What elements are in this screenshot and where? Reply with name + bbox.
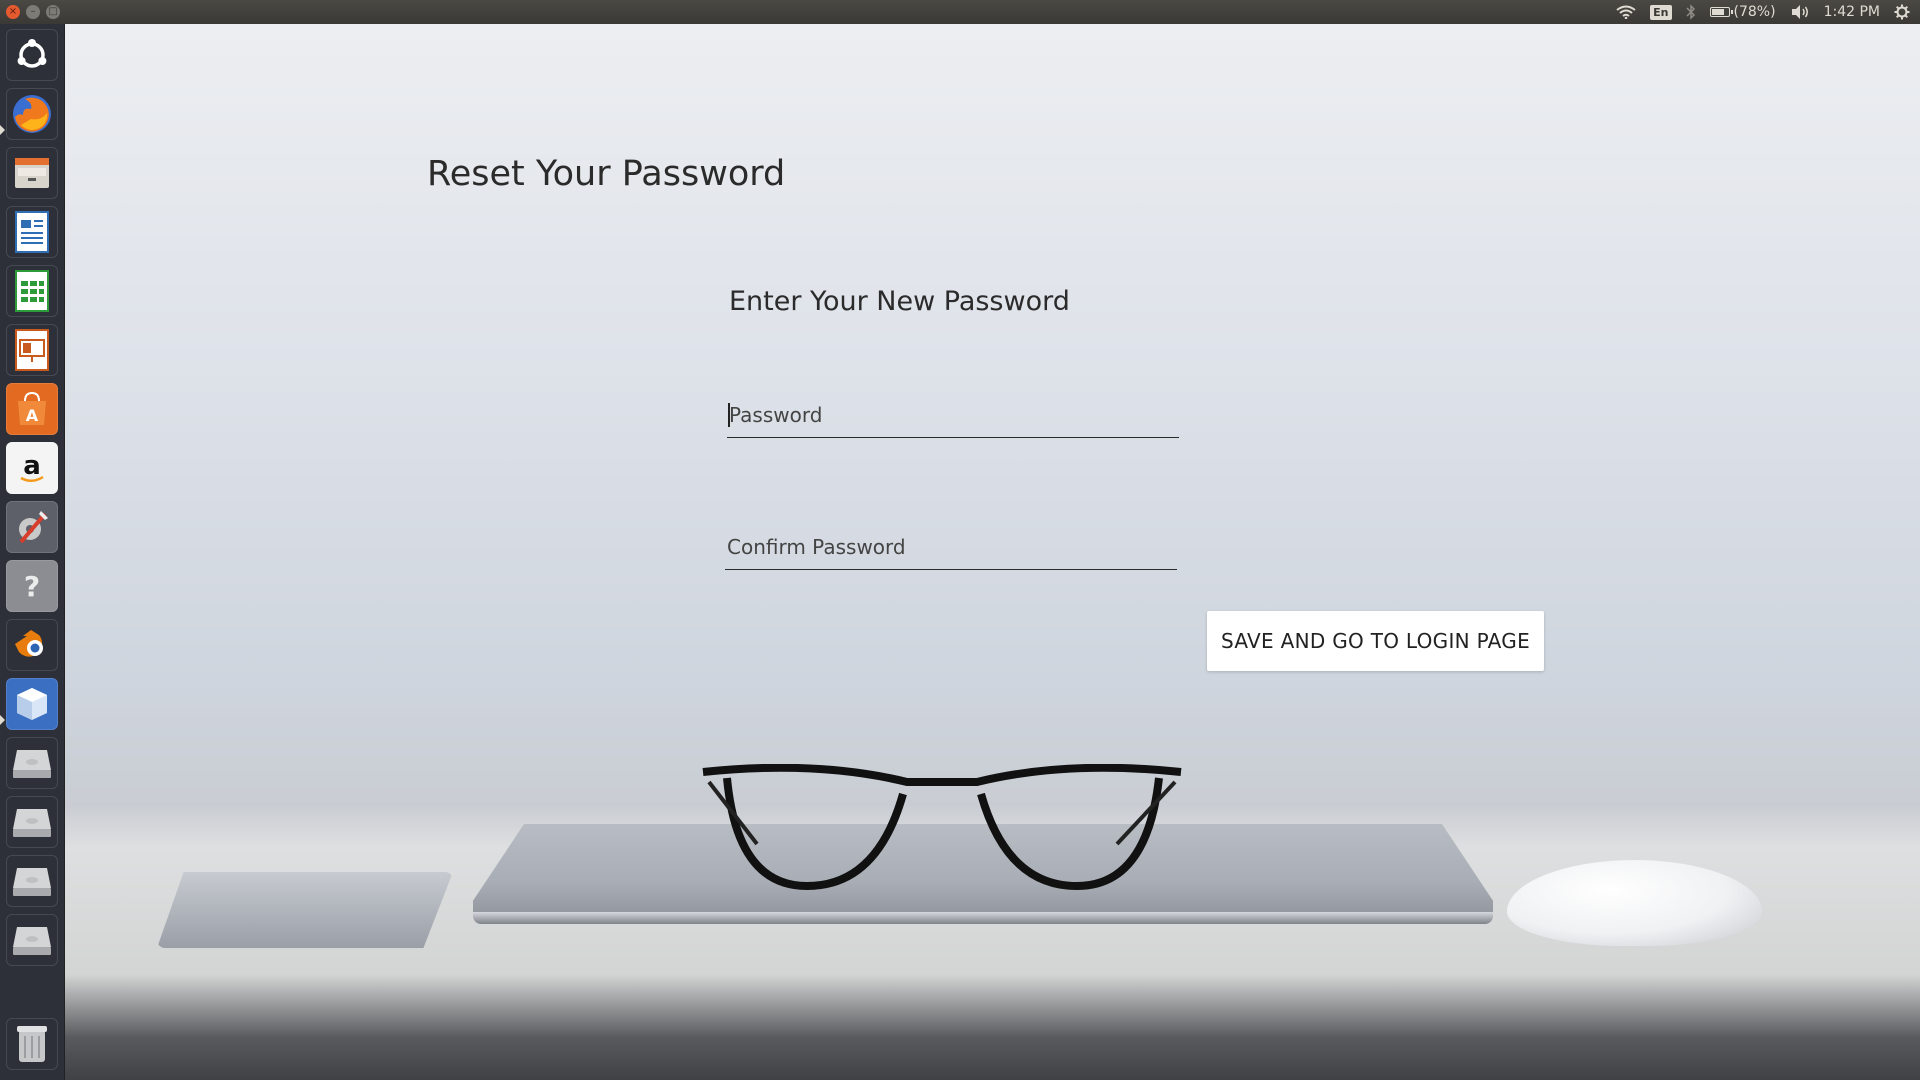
minimize-icon: –	[30, 6, 36, 17]
document-writer-icon	[15, 211, 49, 253]
system-settings-launcher[interactable]	[6, 501, 58, 553]
close-window-button[interactable]: ×	[6, 5, 20, 19]
hard-drive-icon	[13, 750, 51, 778]
indicator-area: En (78%) 1:42 PM	[1616, 0, 1920, 24]
minimize-window-button[interactable]: –	[26, 5, 40, 19]
shopping-bag-icon: A	[18, 391, 46, 425]
background-glasses-illustration	[702, 764, 1182, 891]
libreoffice-writer-launcher[interactable]	[6, 206, 58, 258]
hard-drive-icon	[13, 927, 51, 955]
battery-indicator[interactable]: (78%)	[1709, 4, 1776, 20]
volume-icon	[1791, 5, 1808, 19]
wifi-indicator[interactable]	[1616, 5, 1636, 19]
libreoffice-calc-launcher[interactable]	[6, 265, 58, 317]
drive-launcher-3[interactable]	[6, 855, 58, 907]
clock-time: 1:42 PM	[1823, 4, 1880, 20]
firefox-launcher[interactable]	[6, 88, 58, 140]
session-indicator[interactable]	[1894, 4, 1910, 20]
presentation-impress-icon	[15, 329, 49, 371]
drive-launcher-1[interactable]	[6, 737, 58, 789]
cube-icon	[17, 688, 47, 720]
launcher-running-indicator	[0, 715, 5, 725]
libreoffice-impress-launcher[interactable]	[6, 324, 58, 376]
spreadsheet-calc-icon	[15, 270, 49, 312]
drive-launcher-2[interactable]	[6, 796, 58, 848]
page-content: Reset Your Password Enter Your New Passw…	[65, 24, 1920, 1080]
trash-icon	[17, 1026, 47, 1062]
file-cabinet-icon	[15, 158, 49, 188]
confirm-password-input[interactable]	[725, 524, 1177, 570]
drive-launcher-4[interactable]	[6, 914, 58, 966]
svg-text:A: A	[26, 406, 39, 425]
save-and-go-to-login-button[interactable]: SAVE AND GO TO LOGIN PAGE	[1207, 611, 1544, 671]
amazon-icon: a	[20, 451, 44, 482]
wifi-icon	[1616, 5, 1636, 19]
gear-icon	[1894, 4, 1910, 20]
virtualbox-launcher[interactable]	[6, 678, 58, 730]
language-badge: En	[1650, 4, 1672, 20]
amazon-launcher[interactable]: a	[6, 442, 58, 494]
help-launcher[interactable]: ?	[6, 560, 58, 612]
bluetooth-indicator[interactable]	[1686, 4, 1696, 20]
ubuntu-logo-icon	[17, 39, 47, 68]
close-icon: ×	[8, 6, 18, 17]
background-mouse-illustration	[1507, 860, 1762, 946]
text-cursor	[728, 403, 730, 427]
top-panel: × – □ En (78%) 1:42 PM	[0, 0, 1920, 24]
maximize-icon: □	[48, 6, 58, 17]
launcher-running-indicator	[0, 125, 5, 135]
blender-icon	[15, 630, 43, 657]
background-laptop-edge	[473, 912, 1493, 924]
firefox-icon	[13, 95, 51, 133]
bluetooth-icon	[1686, 4, 1695, 20]
question-mark-icon: ?	[23, 569, 41, 603]
battery-percentage: (78%)	[1733, 4, 1776, 20]
maximize-window-button[interactable]: □	[46, 5, 60, 19]
form-heading: Enter Your New Password	[729, 286, 1070, 317]
window-controls: × – □	[0, 5, 60, 19]
files-launcher[interactable]	[6, 147, 58, 199]
sound-indicator[interactable]	[1790, 4, 1810, 20]
background-phone-illustration	[157, 872, 453, 948]
battery-level-fill	[1711, 9, 1724, 15]
hard-drive-icon	[13, 809, 51, 837]
ubuntu-dash-button[interactable]	[6, 29, 58, 81]
password-input[interactable]	[727, 392, 1179, 438]
launcher: A a ?	[0, 24, 65, 1080]
ubuntu-software-launcher[interactable]: A	[6, 383, 58, 435]
hard-drive-icon	[13, 868, 51, 896]
page-title: Reset Your Password	[427, 154, 786, 194]
trash-launcher[interactable]	[6, 1018, 58, 1070]
settings-tools-icon	[19, 511, 48, 544]
clock-indicator[interactable]: 1:42 PM	[1824, 4, 1880, 20]
blender-launcher[interactable]	[6, 619, 58, 671]
svg-text:a: a	[23, 451, 41, 481]
battery-icon	[1709, 7, 1733, 17]
keyboard-language-indicator[interactable]: En	[1650, 4, 1672, 20]
